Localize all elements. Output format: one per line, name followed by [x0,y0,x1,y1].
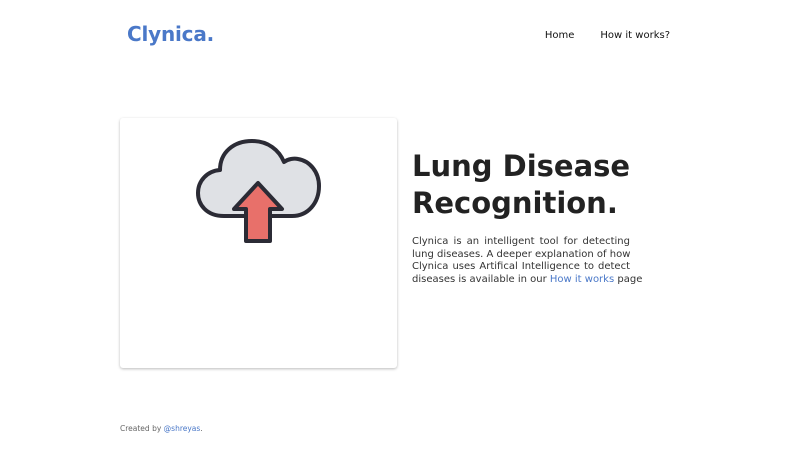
nav-home[interactable]: Home [545,30,575,41]
desc-line-4: diseases is available in our How it work… [412,273,642,287]
desc-line-1: Clynica is an intelligent tool for detec… [412,236,630,247]
desc-line-3: Clynica uses Artifical Intelligence to d… [412,261,630,273]
author-link[interactable]: @shreyas [164,424,201,433]
title-line-1: Lung Disease [412,149,631,183]
desc-line-4-suffix: page [614,273,643,285]
footer-prefix: Created by [120,424,164,433]
page-title: Lung Disease Recognition. [412,148,672,222]
brand-logo[interactable]: Clynica. [127,22,214,46]
cloud-upload-icon [196,139,321,243]
page: Clynica. Home How it works? Lung Disease… [0,0,806,462]
description: Clynica is an intelligent tool for detec… [412,236,642,287]
title-line-2: Recognition. [412,186,618,220]
top-nav: Home How it works? [545,30,670,41]
upload-dropzone[interactable] [120,118,397,368]
how-it-works-link[interactable]: How it works [550,274,614,285]
footer: Created by @shreyas. [120,424,203,433]
desc-line-4-prefix: diseases is available in our [412,273,550,285]
desc-line-2: lung diseases. A deeper explanation of h… [412,248,631,260]
footer-suffix: . [200,424,203,433]
nav-how-it-works[interactable]: How it works? [600,30,670,41]
